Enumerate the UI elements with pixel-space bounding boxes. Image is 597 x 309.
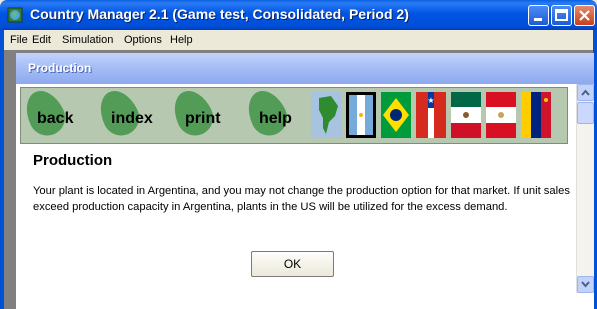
argentina-flag-icon[interactable] [346,92,376,138]
south-america-map-icon[interactable] [311,92,341,138]
globe-app-icon [7,7,23,23]
back-label: back [37,110,74,127]
page-heading: Production [33,152,113,169]
peru-flag-icon[interactable] [486,92,516,138]
production-description: Your plant is located in Argentina, and … [33,185,570,213]
scroll-up-button[interactable] [577,84,594,101]
menu-options[interactable]: Options [124,34,162,46]
help-label: help [259,110,292,127]
minimize-icon [534,18,542,21]
print-label: print [185,110,221,127]
close-icon [579,10,590,21]
brazil-flag-icon[interactable] [381,92,411,138]
scroll-thumb[interactable] [577,102,594,124]
window-title: Country Manager 2.1 (Game test, Consolid… [30,6,409,22]
scroll-down-button[interactable] [577,276,594,293]
ok-button[interactable]: OK [251,251,334,277]
child-window-title: Production [28,61,92,75]
maximize-button[interactable] [551,5,572,26]
menu-simulation[interactable]: Simulation [62,34,113,46]
print-button[interactable]: print [166,84,241,142]
chevron-down-icon [581,281,590,288]
help-button[interactable]: help [240,84,315,142]
menu-edit[interactable]: Edit [32,34,51,46]
navigation-toolbar: back index print help ★ [18,84,568,144]
index-button[interactable]: index [92,84,167,142]
menu-bar: File Edit Simulation Options Help [0,30,597,50]
menu-help[interactable]: Help [170,34,193,46]
child-title-bar[interactable]: Production [16,53,594,84]
close-button[interactable] [574,5,595,26]
mexico-flag-icon[interactable] [451,92,481,138]
svg-text:★: ★ [427,96,434,105]
vertical-scrollbar[interactable] [576,84,594,293]
venezuela-flag-icon[interactable] [521,92,551,138]
minimize-button[interactable] [528,5,549,26]
menu-file[interactable]: File [10,34,28,46]
chile-flag-icon[interactable]: ★ [416,92,446,138]
chevron-up-icon [581,89,590,96]
title-bar[interactable]: Country Manager 2.1 (Game test, Consolid… [0,0,597,30]
index-label: index [111,110,153,127]
maximize-icon [555,9,568,21]
back-button[interactable]: back [18,84,93,142]
